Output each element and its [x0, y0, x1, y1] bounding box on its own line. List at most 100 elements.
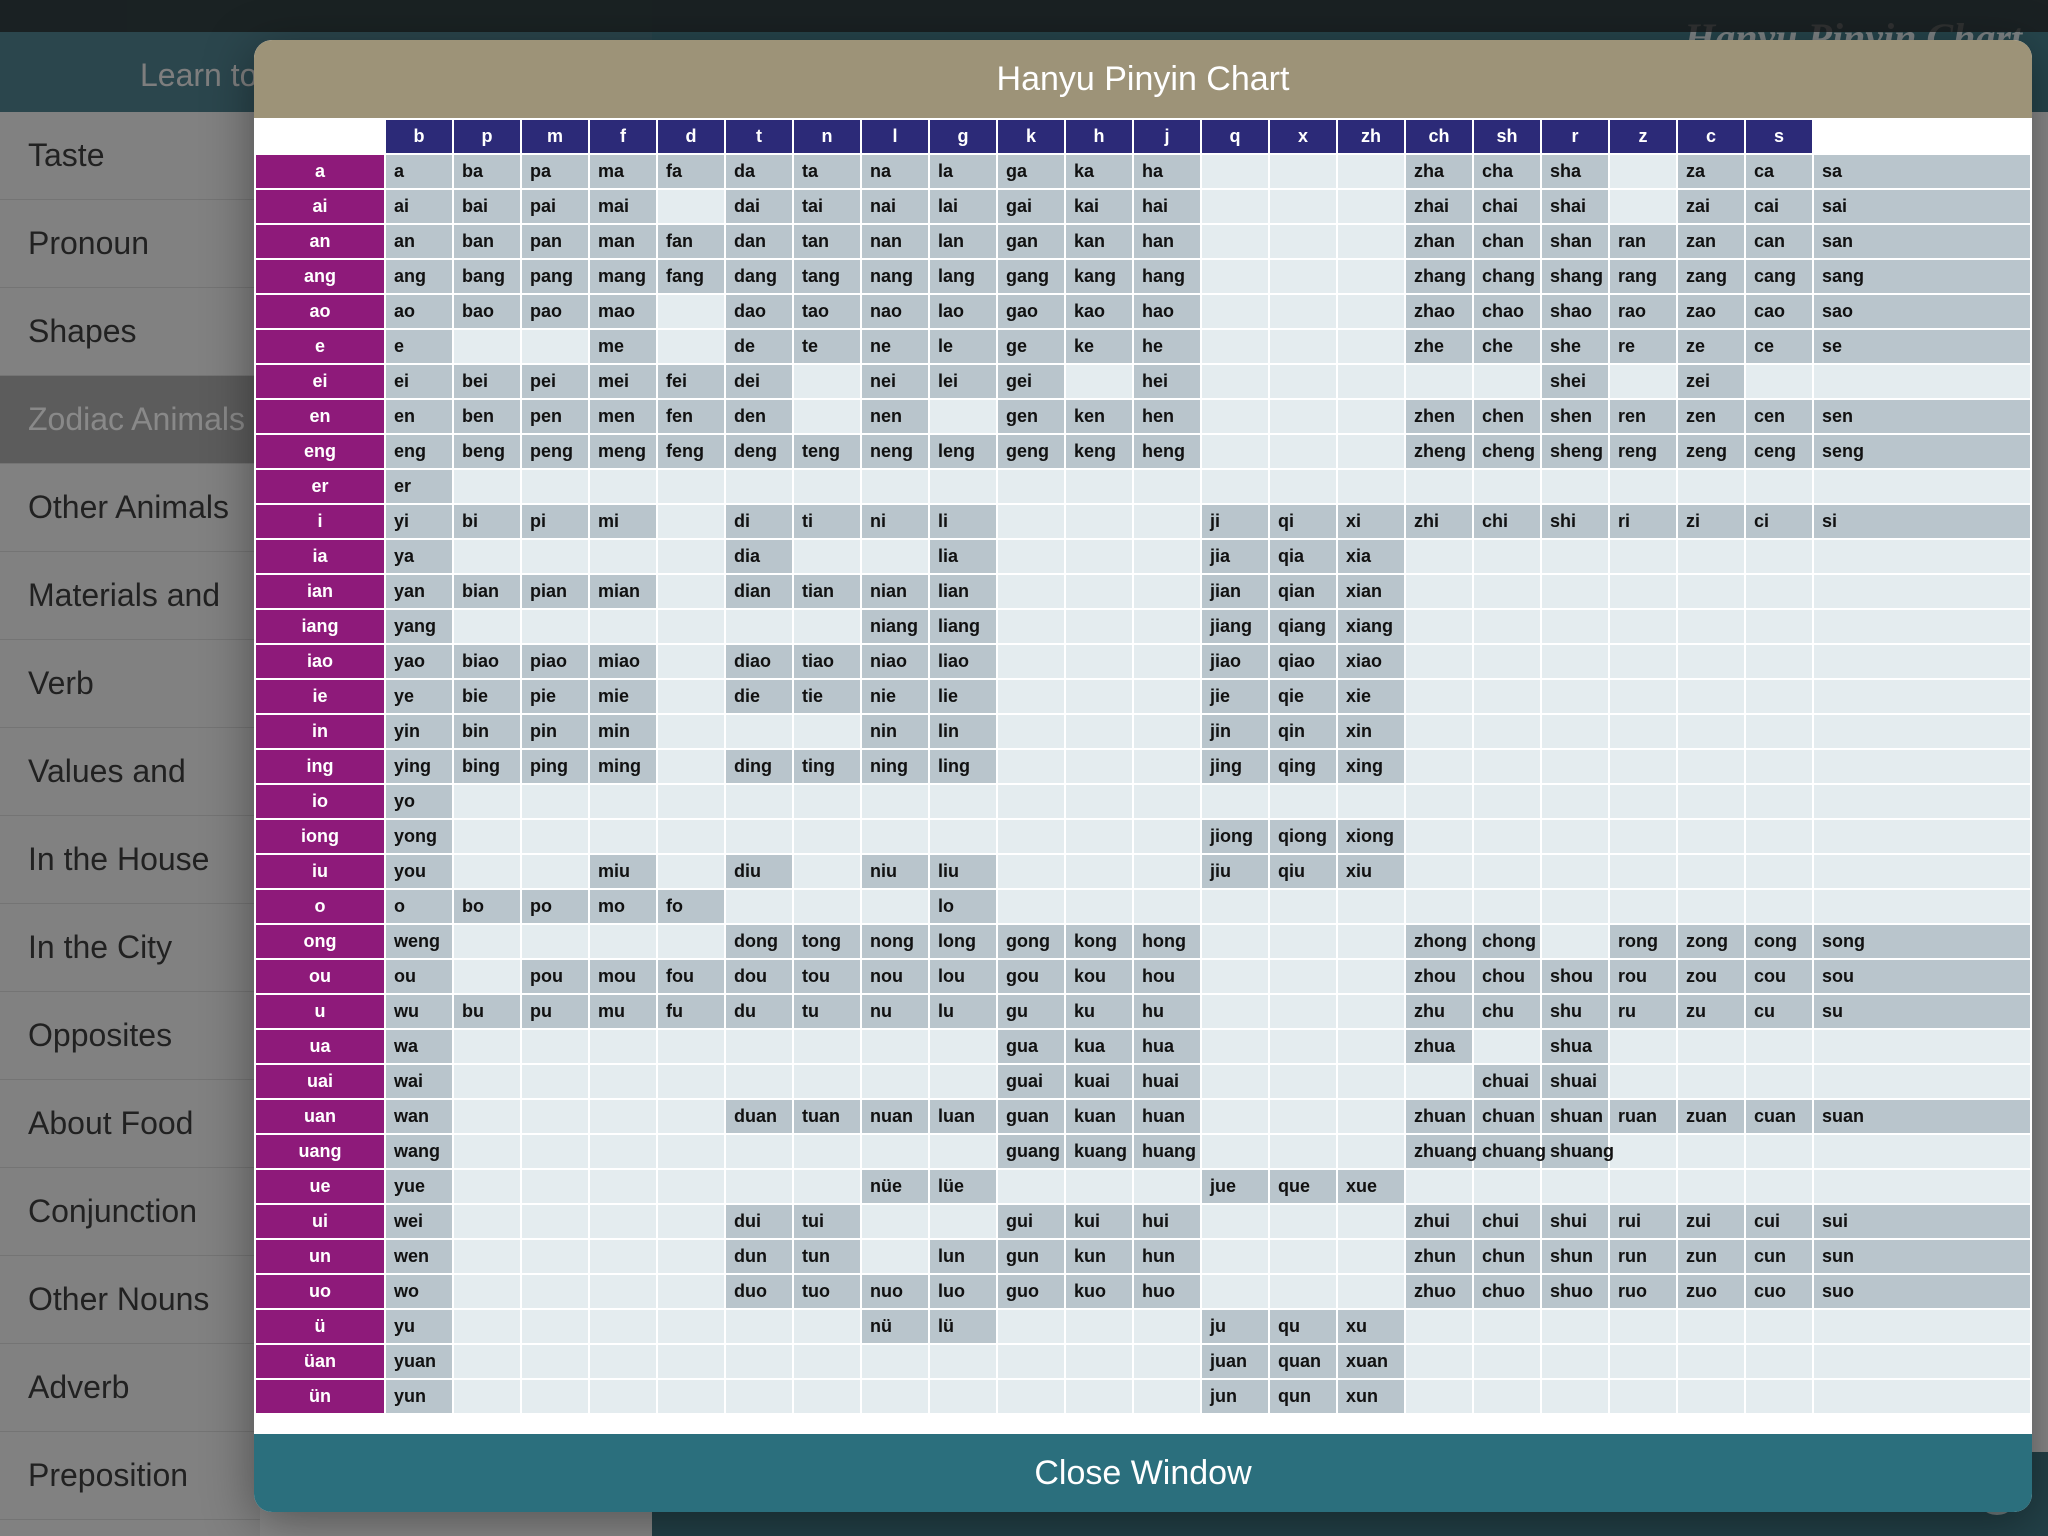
pinyin-cell[interactable]: ren [1609, 399, 1677, 434]
pinyin-cell[interactable]: juan [1201, 1344, 1269, 1379]
pinyin-cell[interactable]: ha [1133, 154, 1201, 189]
pinyin-cell[interactable]: gu [997, 994, 1065, 1029]
pinyin-cell[interactable]: wa [385, 1029, 453, 1064]
pinyin-cell[interactable]: lao [929, 294, 997, 329]
pinyin-cell[interactable]: gun [997, 1239, 1065, 1274]
row-header[interactable]: o [255, 889, 385, 924]
pinyin-cell[interactable]: huai [1133, 1064, 1201, 1099]
pinyin-cell[interactable]: sa [1813, 154, 2031, 189]
pinyin-cell[interactable]: lü [929, 1309, 997, 1344]
row-header[interactable]: ie [255, 679, 385, 714]
pinyin-cell[interactable]: sang [1813, 259, 2031, 294]
pinyin-cell[interactable]: lei [929, 364, 997, 399]
pinyin-cell[interactable]: su [1813, 994, 2031, 1029]
pinyin-cell[interactable]: huo [1133, 1274, 1201, 1309]
pinyin-cell[interactable]: zhai [1405, 189, 1473, 224]
pinyin-cell[interactable]: nao [861, 294, 929, 329]
pinyin-cell[interactable]: feng [657, 434, 725, 469]
pinyin-cell[interactable]: nie [861, 679, 929, 714]
pinyin-cell[interactable]: rui [1609, 1204, 1677, 1239]
pinyin-cell[interactable]: zao [1677, 294, 1745, 329]
pinyin-cell[interactable]: ba [453, 154, 521, 189]
pinyin-cell[interactable]: lou [929, 959, 997, 994]
row-header[interactable]: eng [255, 434, 385, 469]
pinyin-cell[interactable]: gei [997, 364, 1065, 399]
pinyin-cell[interactable]: pao [521, 294, 589, 329]
pinyin-cell[interactable]: zhui [1405, 1204, 1473, 1239]
pinyin-cell[interactable]: ti [793, 504, 861, 539]
pinyin-cell[interactable]: nü [861, 1309, 929, 1344]
pinyin-cell[interactable]: gang [997, 259, 1065, 294]
pinyin-cell[interactable]: e [385, 329, 453, 364]
row-header[interactable]: uang [255, 1134, 385, 1169]
column-header[interactable]: j [1133, 119, 1201, 154]
pinyin-cell[interactable]: dian [725, 574, 793, 609]
pinyin-cell[interactable]: rang [1609, 259, 1677, 294]
column-header[interactable]: r [1541, 119, 1609, 154]
column-header[interactable]: b [385, 119, 453, 154]
pinyin-cell[interactable]: kang [1065, 259, 1133, 294]
pinyin-cell[interactable]: leng [929, 434, 997, 469]
pinyin-cell[interactable]: nu [861, 994, 929, 1029]
pinyin-cell[interactable]: jiong [1201, 819, 1269, 854]
pinyin-cell[interactable]: xie [1337, 679, 1405, 714]
pinyin-cell[interactable]: xu [1337, 1309, 1405, 1344]
pinyin-cell[interactable]: die [725, 679, 793, 714]
pinyin-cell[interactable]: jian [1201, 574, 1269, 609]
pinyin-cell[interactable]: yong [385, 819, 453, 854]
pinyin-cell[interactable]: nan [861, 224, 929, 259]
pinyin-cell[interactable]: chao [1473, 294, 1541, 329]
pinyin-cell[interactable]: yo [385, 784, 453, 819]
pinyin-cell[interactable]: lu [929, 994, 997, 1029]
row-header[interactable]: ua [255, 1029, 385, 1064]
pinyin-cell[interactable]: hong [1133, 924, 1201, 959]
pinyin-cell[interactable]: shuang [1541, 1134, 1609, 1169]
pinyin-cell[interactable]: pian [521, 574, 589, 609]
pinyin-cell[interactable]: gan [997, 224, 1065, 259]
pinyin-cell[interactable]: shua [1541, 1029, 1609, 1064]
pinyin-cell[interactable]: zong [1677, 924, 1745, 959]
pinyin-cell[interactable]: shi [1541, 504, 1609, 539]
pinyin-cell[interactable]: za [1677, 154, 1745, 189]
pinyin-cell[interactable]: han [1133, 224, 1201, 259]
pinyin-cell[interactable]: cong [1745, 924, 1813, 959]
pinyin-cell[interactable]: gua [997, 1029, 1065, 1064]
pinyin-cell[interactable]: pang [521, 259, 589, 294]
column-header[interactable]: d [657, 119, 725, 154]
pinyin-cell[interactable]: o [385, 889, 453, 924]
row-header[interactable]: er [255, 469, 385, 504]
pinyin-cell[interactable]: yao [385, 644, 453, 679]
pinyin-cell[interactable]: cu [1745, 994, 1813, 1029]
pinyin-cell[interactable]: sou [1813, 959, 2031, 994]
pinyin-cell[interactable]: na [861, 154, 929, 189]
pinyin-cell[interactable]: tuan [793, 1099, 861, 1134]
pinyin-cell[interactable]: wo [385, 1274, 453, 1309]
pinyin-cell[interactable]: zen [1677, 399, 1745, 434]
pinyin-cell[interactable]: gou [997, 959, 1065, 994]
pinyin-cell[interactable]: chuan [1473, 1099, 1541, 1134]
pinyin-cell[interactable]: jin [1201, 714, 1269, 749]
pinyin-cell[interactable]: zhuo [1405, 1274, 1473, 1309]
pinyin-cell[interactable]: lia [929, 539, 997, 574]
pinyin-cell[interactable]: zhun [1405, 1239, 1473, 1274]
pinyin-cell[interactable]: dai [725, 189, 793, 224]
pinyin-cell[interactable]: dan [725, 224, 793, 259]
pinyin-cell[interactable]: run [1609, 1239, 1677, 1274]
pinyin-cell[interactable]: yun [385, 1379, 453, 1414]
pinyin-cell[interactable]: rao [1609, 294, 1677, 329]
row-header[interactable]: io [255, 784, 385, 819]
pinyin-cell[interactable]: qu [1269, 1309, 1337, 1344]
pinyin-cell[interactable]: ru [1609, 994, 1677, 1029]
pinyin-cell[interactable]: zhuang [1405, 1134, 1473, 1169]
row-header[interactable]: ai [255, 189, 385, 224]
pinyin-cell[interactable]: ban [453, 224, 521, 259]
pinyin-cell[interactable]: quan [1269, 1344, 1337, 1379]
pinyin-cell[interactable]: shen [1541, 399, 1609, 434]
pinyin-cell[interactable]: you [385, 854, 453, 889]
pinyin-cell[interactable]: liao [929, 644, 997, 679]
row-header[interactable]: un [255, 1239, 385, 1274]
row-header[interactable]: ia [255, 539, 385, 574]
pinyin-cell[interactable]: he [1133, 329, 1201, 364]
pinyin-cell[interactable]: ca [1745, 154, 1813, 189]
pinyin-cell[interactable]: qie [1269, 679, 1337, 714]
